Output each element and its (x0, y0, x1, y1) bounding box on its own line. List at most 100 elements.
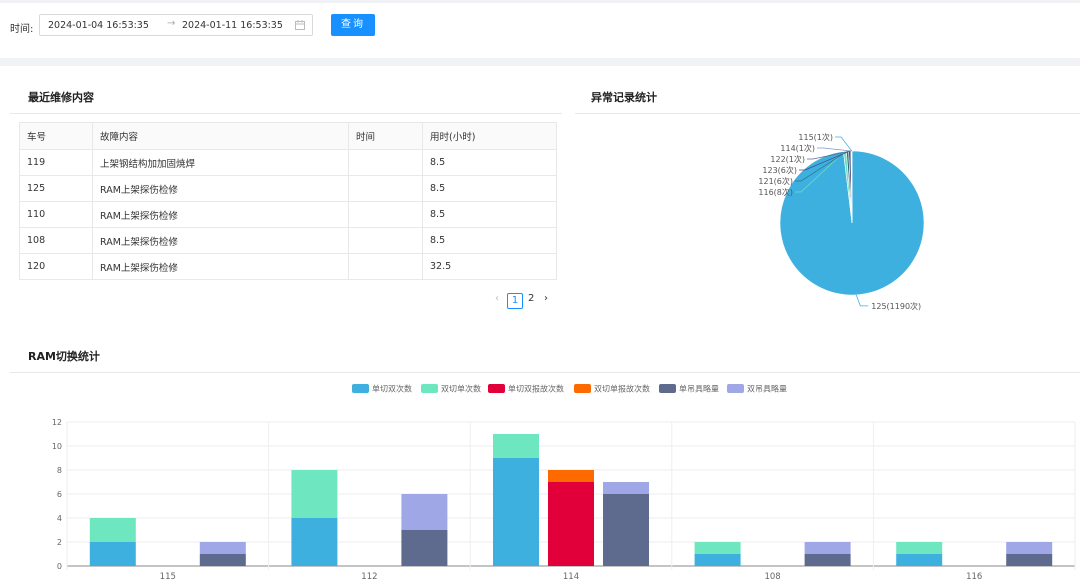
cell-car: 119 (19, 149, 93, 176)
cell-time (348, 149, 423, 176)
recent-repair-title: 最近维修内容 (28, 91, 94, 104)
legend-label: 双切单次数 (441, 384, 481, 394)
table-row[interactable]: 110 RAM上架探伤检修 8.5 (19, 201, 557, 228)
bar-单吊具略量-108 (804, 554, 851, 566)
cell-fault: RAM上架探伤检修 (92, 175, 349, 202)
cell-duration: 8.5 (422, 149, 557, 176)
cell-car: 108 (19, 227, 93, 254)
bar-单吊具略量-115 (199, 554, 246, 566)
bar-单切双次数-114 (493, 458, 539, 566)
bar-单切双次数-108 (694, 554, 741, 566)
cell-duration: 32.5 (422, 253, 557, 280)
y-tick-label: 2 (57, 538, 62, 547)
bar-单切双次数-116 (896, 554, 943, 566)
pie-label: 114(1次) (780, 143, 815, 153)
y-tick-label: 6 (57, 490, 62, 499)
ram-bar-chart: 单切双次数 双切单次数 单切双报故次数 双切单报故次数 单吊具略量 双吊具略量 0 2 4 6 8 1… (52, 384, 1076, 582)
divider (10, 113, 562, 114)
y-tick-label: 10 (52, 442, 62, 451)
divider (575, 113, 1080, 114)
bar-双吊具略量-114 (603, 482, 649, 494)
pie-label: 115(1次) (798, 132, 833, 142)
pie-label: 116(8次) (758, 187, 793, 197)
bar-单切双次数-112 (291, 518, 338, 566)
end-date-input[interactable]: 2024-01-11 16:53:35 (182, 20, 283, 31)
table-row[interactable]: 125 RAM上架探伤检修 8.5 (19, 175, 557, 202)
pie-leader-line (817, 147, 852, 152)
legend-label: 单吊具略量 (679, 384, 719, 394)
bar-双切单报故次数-114 (548, 470, 594, 482)
bar-双吊具略量-115 (199, 542, 246, 554)
prev-page-button[interactable]: ‹ (495, 293, 499, 304)
cell-time (348, 253, 423, 280)
col-header-fault[interactable]: 故障内容 (92, 122, 349, 150)
legend-label: 双切单报故次数 (594, 384, 650, 394)
table-header-row: 车号 故障内容 时间 用时(小时) (19, 122, 557, 150)
col-header-time[interactable]: 时间 (348, 122, 423, 150)
pie-label: 125(1190次) (871, 301, 921, 311)
query-button[interactable]: 查询 (331, 14, 375, 36)
y-tick-label: 12 (52, 418, 62, 427)
legend-swatch (488, 384, 505, 393)
legend-swatch (727, 384, 744, 393)
cell-car: 125 (19, 175, 93, 202)
bar-双切单次数-108 (694, 542, 741, 554)
bar-单吊具略量-116 (1006, 554, 1053, 566)
cell-car: 120 (19, 253, 93, 280)
abnormal-stats-title: 异常记录统计 (591, 91, 657, 104)
legend-swatch (659, 384, 676, 393)
bar-单吊具略量-112 (401, 530, 448, 566)
pie-label: 123(6次) (762, 165, 797, 175)
divider (10, 372, 1080, 373)
bar-单切双报故次数-114 (548, 482, 594, 566)
legend-label: 单切双次数 (372, 384, 412, 394)
filter-bar: 时间: 2024-01-04 16:53:35 → 2024-01-11 16:… (0, 3, 1080, 58)
table-row[interactable]: 108 RAM上架探伤检修 8.5 (19, 227, 557, 254)
x-tick-label: 115 (160, 572, 176, 582)
bar-双切单次数-116 (896, 542, 943, 554)
y-tick-label: 0 (57, 562, 62, 571)
range-arrow: → (167, 18, 176, 29)
col-header-car[interactable]: 车号 (19, 122, 93, 150)
x-tick-label: 114 (563, 572, 579, 582)
x-tick-label: 112 (361, 572, 377, 582)
x-tick-label: 116 (966, 572, 982, 582)
legend-swatch (352, 384, 369, 393)
bar-单切双次数-115 (89, 542, 136, 566)
bar-双切单次数-112 (291, 470, 338, 518)
pie-label: 122(1次) (770, 154, 805, 164)
cell-car: 110 (19, 201, 93, 228)
start-date-input[interactable]: 2024-01-04 16:53:35 (48, 20, 149, 31)
legend-label: 单切双报故次数 (508, 384, 564, 394)
calendar-icon[interactable] (295, 20, 305, 33)
cell-duration: 8.5 (422, 227, 557, 254)
pie-label: 121(6次) (758, 176, 793, 186)
cell-time (348, 201, 423, 228)
pie-leader-line (835, 136, 853, 152)
col-header-duration[interactable]: 用时(小时) (422, 122, 557, 150)
time-label: 时间: (10, 24, 34, 35)
cell-fault: RAM上架探伤检修 (92, 201, 349, 228)
legend-swatch (421, 384, 438, 393)
next-page-button[interactable]: › (544, 293, 548, 304)
legend-label: 双吊具略量 (747, 384, 787, 394)
abnormal-pie-chart: 125(1190次)116(8次)121(6次)123(6次)122(1次)11… (758, 132, 925, 311)
x-tick-label: 108 (764, 572, 780, 582)
bar-单吊具略量-114 (603, 494, 649, 566)
table-row[interactable]: 119 上架钢结构加加固焼焊 8.5 (19, 149, 557, 176)
table-row[interactable]: 120 RAM上架探伤检修 32.5 (19, 253, 557, 280)
bar-双吊具略量-108 (804, 542, 851, 554)
bar-双切单次数-114 (493, 434, 539, 458)
ram-stats-title: RAM切换统计 (28, 350, 100, 363)
cell-duration: 8.5 (422, 201, 557, 228)
cell-fault: RAM上架探伤检修 (92, 253, 349, 280)
page-2-button[interactable]: 2 (528, 293, 534, 304)
date-range-picker[interactable]: 2024-01-04 16:53:35 → 2024-01-11 16:53:3… (39, 14, 313, 36)
cell-duration: 8.5 (422, 175, 557, 202)
cell-time (348, 227, 423, 254)
pie-leader-line (855, 294, 869, 307)
page-1-button[interactable]: 1 (507, 293, 523, 309)
legend-swatch (574, 384, 591, 393)
y-tick-label: 8 (57, 466, 62, 475)
bar-双吊具略量-116 (1006, 542, 1053, 554)
